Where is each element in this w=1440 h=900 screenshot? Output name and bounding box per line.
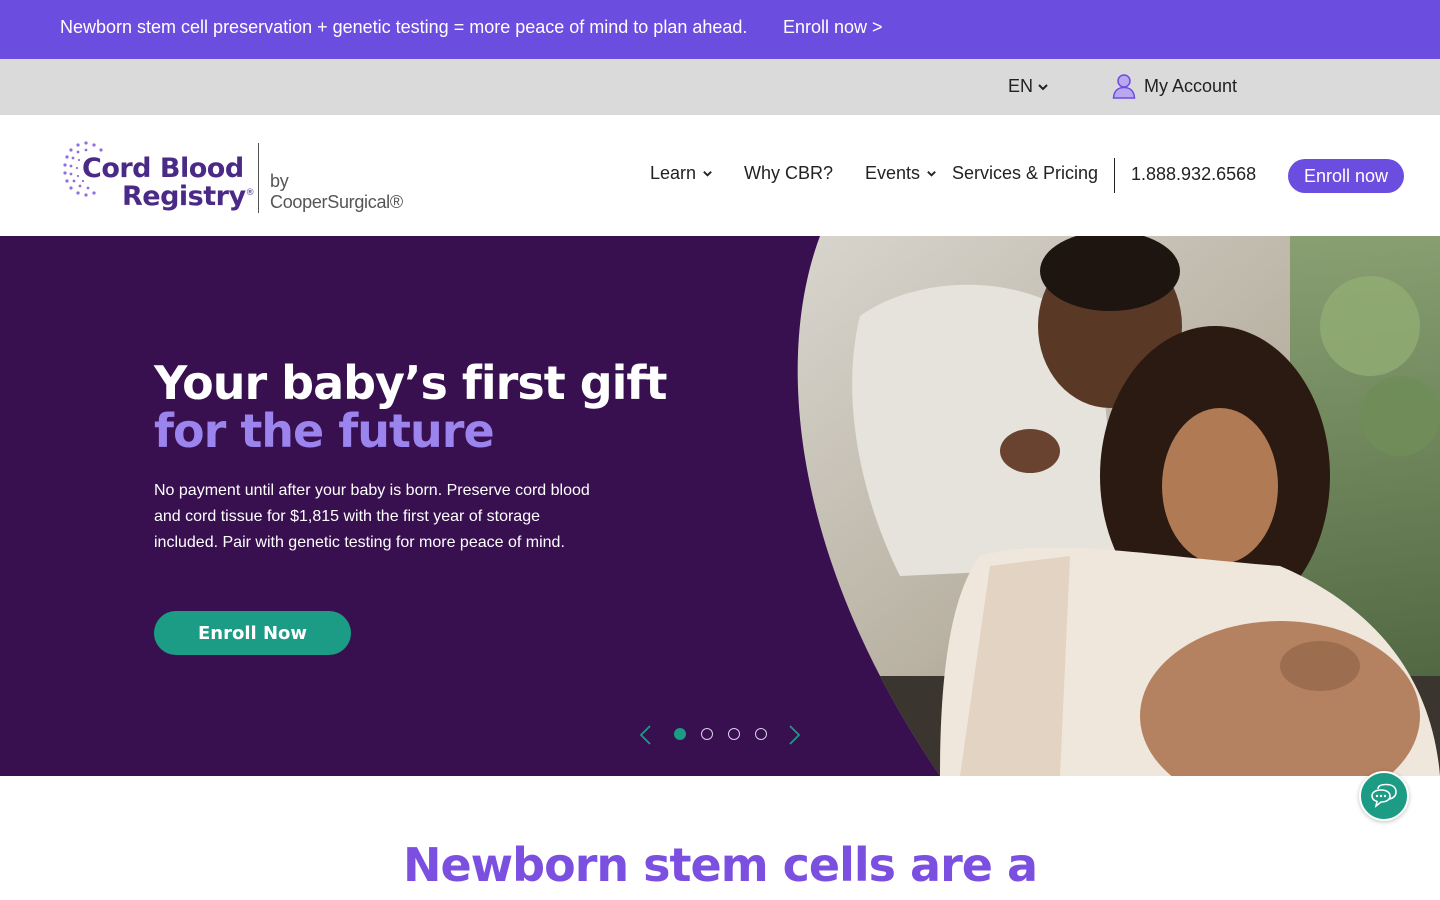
chat-bubbles-icon — [1371, 783, 1397, 809]
utility-bar: EN My Account — [0, 59, 1440, 115]
chevron-down-icon — [1038, 83, 1048, 90]
logo-divider — [258, 143, 259, 213]
carousel-dot-3[interactable] — [728, 728, 740, 740]
cbr-logo[interactable]: Cord Blood Registry® by CooperSurgical® — [62, 137, 403, 215]
chevron-down-icon — [927, 171, 936, 177]
hero-title-line1: Your baby’s first gift — [154, 356, 667, 410]
carousel-dot-2[interactable] — [701, 728, 713, 740]
promo-text: Newborn stem cell preservation + genetic… — [60, 17, 748, 37]
nav-services-pricing[interactable]: Services & Pricing — [952, 163, 1098, 184]
nav-services-label: Services & Pricing — [952, 163, 1099, 183]
nav-learn[interactable]: Learn — [650, 163, 713, 184]
language-label: EN — [1008, 76, 1034, 96]
chevron-down-icon — [703, 171, 712, 177]
hero-carousel: Your baby’s first gift for the future No… — [0, 236, 1440, 776]
nav-divider — [1114, 158, 1115, 193]
language-selector[interactable]: EN — [1008, 76, 1049, 97]
nav-why-label: Why CBR? — [744, 163, 834, 183]
chevron-left-icon[interactable] — [638, 724, 652, 746]
logo-text-line1: Cord Blood — [82, 153, 244, 184]
chat-button[interactable] — [1359, 771, 1409, 821]
nav-events-label: Events — [865, 163, 921, 183]
promo-bar: Newborn stem cell preservation + genetic… — [0, 0, 1440, 59]
header-enroll-button[interactable]: Enroll now — [1288, 159, 1404, 193]
my-account-link[interactable]: My Account — [1112, 73, 1237, 99]
hero-enroll-button[interactable]: Enroll Now — [154, 611, 351, 655]
phone-link[interactable]: 1.888.932.6568 — [1131, 164, 1256, 185]
nav-events[interactable]: Events — [865, 163, 937, 184]
user-icon — [1112, 74, 1136, 99]
hero-description: No payment until after your baby is born… — [154, 482, 590, 551]
logo-byline: by CooperSurgical® — [270, 171, 403, 212]
site-header: Cord Blood Registry® by CooperSurgical® … — [0, 115, 1440, 236]
promo-enroll-link[interactable]: Enroll now > — [783, 17, 883, 38]
section-heading: Newborn stem cells are a — [402, 838, 1038, 892]
carousel-dot-1[interactable] — [674, 728, 686, 740]
chevron-right-icon[interactable] — [788, 724, 802, 746]
logo-text-line2: Registry® — [122, 181, 255, 212]
nav-why-cbr[interactable]: Why CBR? — [744, 163, 833, 184]
hero-title-line2: for the future — [154, 404, 495, 458]
my-account-label: My Account — [1144, 75, 1238, 96]
carousel-dot-4[interactable] — [755, 728, 767, 740]
nav-learn-label: Learn — [650, 163, 697, 183]
